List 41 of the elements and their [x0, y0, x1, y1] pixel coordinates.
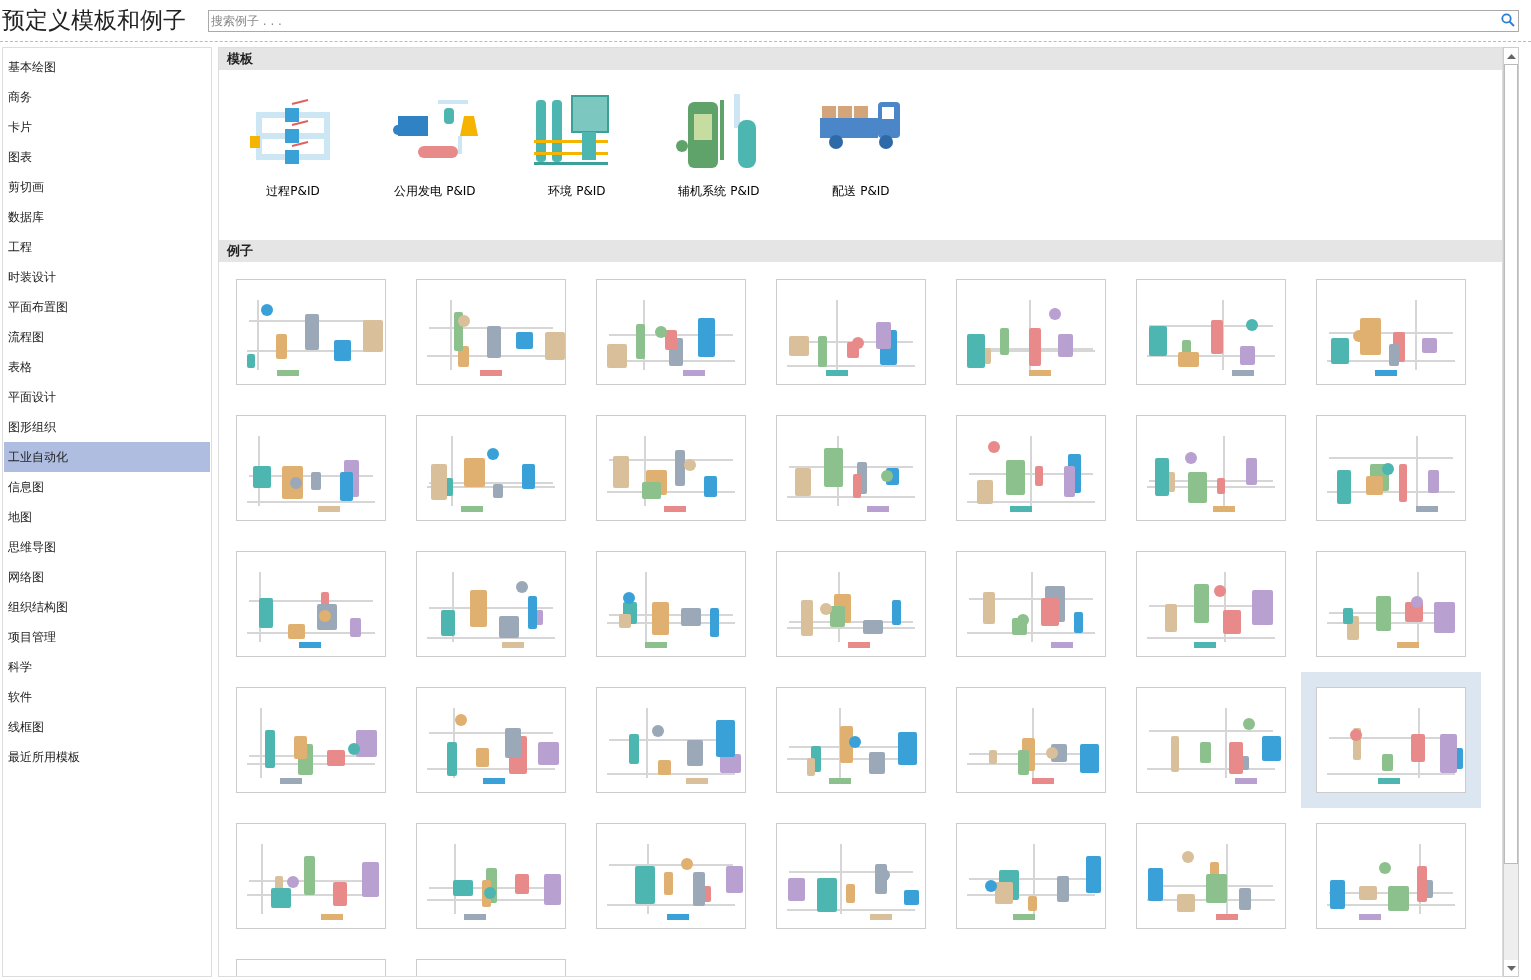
sidebar-item[interactable]: 网络图 [4, 562, 210, 592]
scrollbar[interactable] [1503, 47, 1519, 977]
scroll-down-button[interactable] [1504, 960, 1518, 976]
sidebar-item[interactable]: 组织结构图 [4, 592, 210, 622]
sidebar-item[interactable]: 工程 [4, 232, 210, 262]
sidebar-item[interactable]: 科学 [4, 652, 210, 682]
sidebar-item[interactable]: 商务 [4, 82, 210, 112]
search-field[interactable]: 搜索例子 . . . [208, 9, 1519, 32]
scroll-up-button[interactable] [1504, 48, 1518, 64]
sidebar-item[interactable]: 时装设计 [4, 262, 210, 292]
down-arrow-icon [1506, 965, 1516, 971]
template-item[interactable]: 环境 P&ID [527, 90, 627, 240]
template-item[interactable]: 辅机系统 P&ID [669, 90, 769, 240]
sidebar-item[interactable]: 基本绘图 [4, 52, 210, 82]
sidebar-item[interactable]: 剪切画 [4, 172, 210, 202]
sidebar-item[interactable]: 软件 [4, 682, 210, 712]
template-item[interactable]: 过程P&ID [243, 90, 343, 240]
sidebar-item[interactable]: 工业自动化 [4, 442, 210, 472]
sidebar-item[interactable]: 图形组织 [4, 412, 210, 442]
sidebar-item[interactable]: 地图 [4, 502, 210, 532]
section-heading: 例子 [219, 240, 1502, 262]
section-heading: 模板 [219, 48, 1502, 70]
sidebar-item[interactable]: 信息图 [4, 472, 210, 502]
sidebar-item[interactable]: 图表 [4, 142, 210, 172]
scrollbar-thumb[interactable] [1504, 64, 1518, 864]
sidebar-item[interactable]: 流程图 [4, 322, 210, 352]
template-item[interactable]: 公用发电 P&ID [385, 90, 485, 240]
sidebar-item[interactable]: 思维导图 [4, 532, 210, 562]
template-item[interactable]: 配送 P&ID [811, 90, 911, 240]
example-tile[interactable] [1301, 672, 1481, 808]
sidebar-item[interactable]: 平面设计 [4, 382, 210, 412]
sidebar-item[interactable]: 项目管理 [4, 622, 210, 652]
sidebar-item[interactable]: 最近所用模板 [4, 742, 210, 772]
up-arrow-icon [1506, 53, 1516, 59]
sidebar-item[interactable]: 线框图 [4, 712, 210, 742]
dialog-title: 预定义模板和例子 [2, 9, 186, 32]
sidebar-item[interactable]: 卡片 [4, 112, 210, 142]
sidebar-item[interactable]: 平面布置图 [4, 292, 210, 322]
sidebar-item[interactable]: 表格 [4, 352, 210, 382]
search-icon [1501, 12, 1515, 27]
sidebar-item[interactable]: 数据库 [4, 202, 210, 232]
